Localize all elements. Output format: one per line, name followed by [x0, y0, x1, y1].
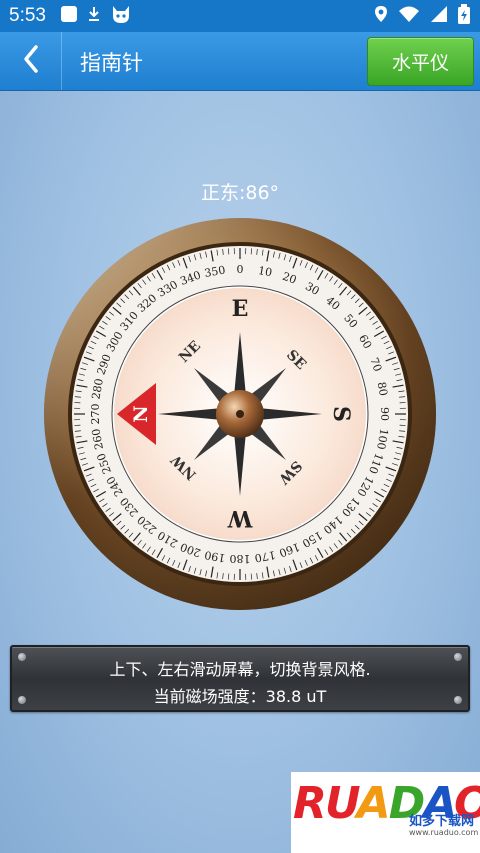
degree-label: 0 [237, 263, 244, 276]
degree-label: 180 [230, 552, 251, 565]
info-panel: 上下、左右滑动屏幕，切换背景风格. 当前磁场强度：38.8 uT [10, 645, 470, 712]
location-icon [374, 5, 388, 27]
back-button[interactable] [0, 32, 62, 90]
app-bar: 指南针 水平仪 [0, 32, 480, 91]
cardinal-s: S [328, 406, 354, 422]
watermark-logo: RUADAO 如多下载网 www.ruaduo.com [291, 772, 480, 853]
signal-icon [430, 5, 448, 27]
cardinal-w: W [227, 505, 253, 531]
degree-label: 80 [375, 381, 390, 397]
watermark-url: www.ruaduo.com [409, 828, 479, 837]
cardinal-n: N [130, 405, 152, 422]
magnetic-field-text: 当前磁场强度：38.8 uT [153, 687, 327, 706]
watermark-subtitle: 如多下载网 [409, 814, 475, 829]
degree-label: 90 [378, 407, 391, 421]
cardinal-e: E [232, 296, 249, 322]
compass-dial: 0 10 20 30 40 50 60 70 80 90 100 110 120 130 140 150 160… [40, 214, 440, 614]
heading-readout: 正东:86° [200, 182, 280, 204]
wifi-icon [398, 5, 420, 27]
app-square-icon [60, 5, 78, 27]
degree-label: 10 [257, 264, 273, 279]
battery-charging-icon [458, 4, 470, 28]
page-title: 指南针 [80, 51, 143, 75]
android-cat-icon [110, 4, 132, 28]
degree-label: 270 [89, 404, 102, 425]
level-button[interactable]: 水平仪 [367, 37, 474, 86]
hint-text: 上下、左右滑动屏幕，切换背景风格. [109, 660, 371, 679]
status-time: 5:53 [9, 5, 46, 26]
status-bar: 5:53 [0, 0, 480, 32]
chevron-left-icon [21, 44, 41, 78]
download-icon [86, 5, 102, 27]
